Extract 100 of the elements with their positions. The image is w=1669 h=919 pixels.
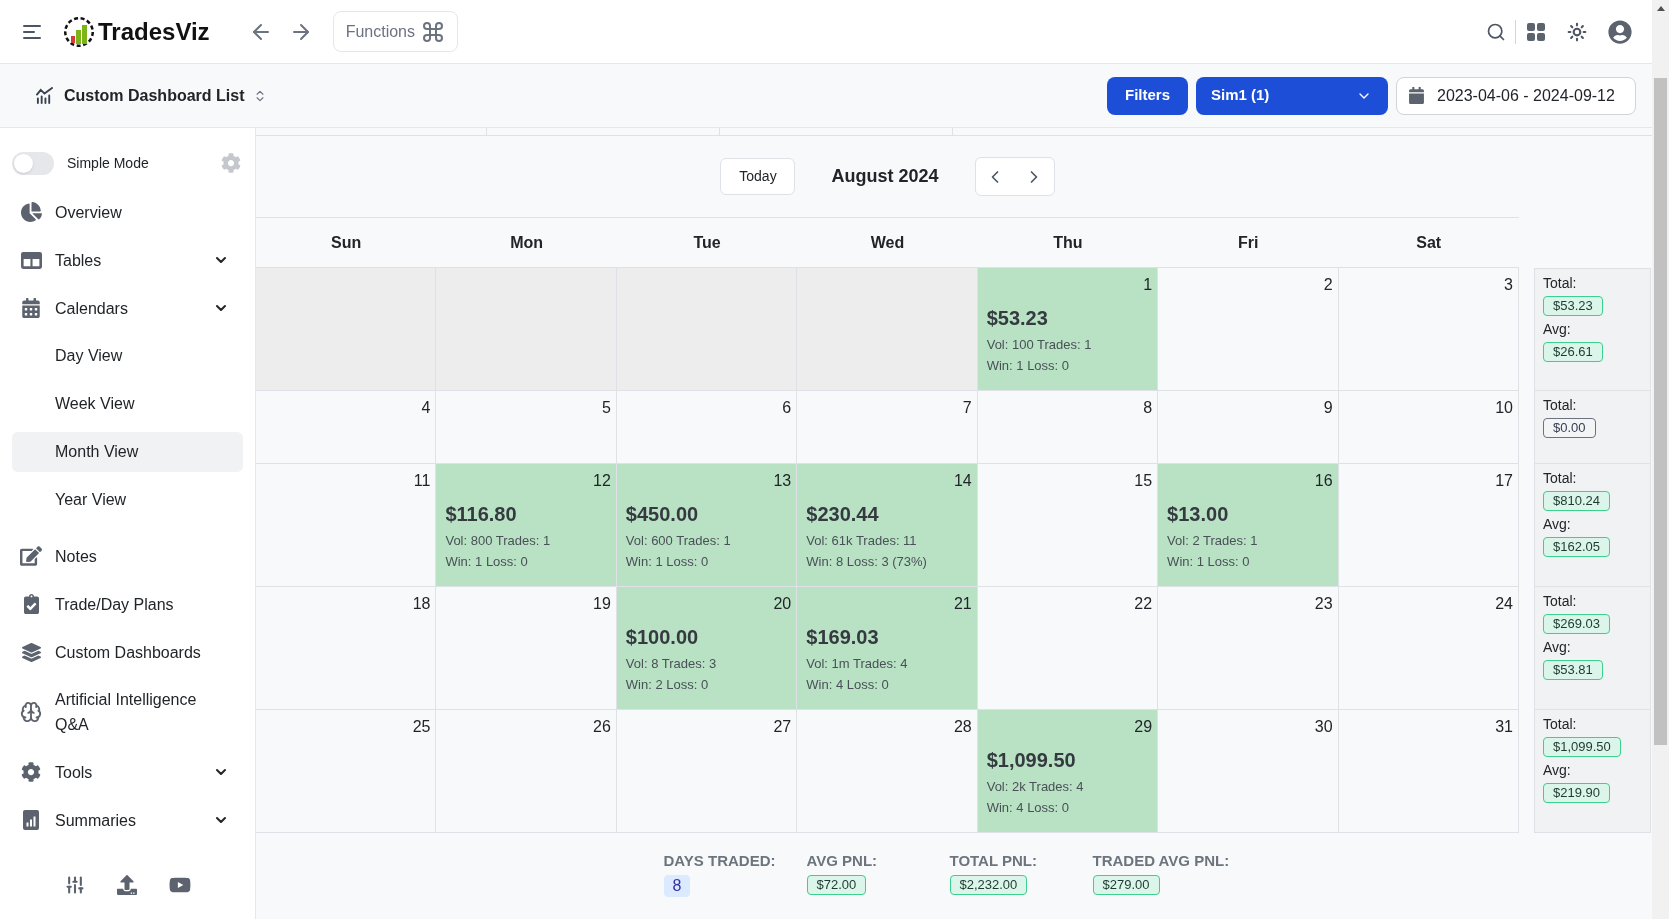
sidebar-subitem[interactable]: Month View (12, 432, 243, 472)
day-number: 14 (953, 471, 973, 491)
dashboard-list-title[interactable]: Custom Dashboard List (64, 83, 245, 108)
sidebar-item[interactable]: Artificial Intelligence Q&A (12, 680, 243, 744)
pnl-amount: $1,099.50 (986, 748, 1076, 773)
day-number: 5 (601, 398, 612, 418)
summary-label: Total: (1543, 715, 1577, 734)
sidebar-subitem[interactable]: Year View (12, 480, 243, 520)
functions-button[interactable]: Functions (332, 11, 458, 52)
summary-label: Total: (1543, 274, 1577, 293)
calendar-icon (22, 298, 40, 318)
scroll-up-arrow-icon[interactable] (1656, 6, 1665, 11)
day-number: 6 (782, 398, 793, 418)
summary-label: Avg: (1543, 320, 1571, 339)
date-range-field[interactable]: 2023-04-06 - 2024-09-12 (1396, 76, 1636, 115)
trade-stats: Vol: 100 Trades: 1 (986, 336, 1092, 354)
scrollbar-track[interactable] (1652, 0, 1669, 919)
today-button[interactable]: Today (720, 158, 796, 195)
stat-badge: $2,232.00 (949, 875, 1028, 895)
gear-icon (21, 762, 41, 782)
trade-stats: Vol: 61k Trades: 11 (806, 532, 917, 550)
win-loss-stats: Win: 4 Loss: 0 (806, 676, 889, 694)
weekday-header: Sat (1416, 232, 1442, 253)
weekday-header: Fri (1238, 232, 1259, 253)
sidebar-subitem[interactable]: Day View (12, 336, 243, 376)
day-number: 21 (953, 594, 973, 614)
summary-label: Total: (1543, 469, 1577, 488)
layers-icon (21, 642, 41, 662)
day-number: 26 (593, 717, 612, 737)
day-number: 25 (412, 717, 432, 737)
pnl-badge: $53.81 (1543, 660, 1603, 680)
stat-badge: $279.00 (1092, 875, 1160, 895)
day-number: 1 (1143, 275, 1154, 295)
sliders-icon[interactable] (64, 875, 85, 895)
day-number: 9 (1323, 398, 1334, 418)
month-title: August 2024 (831, 165, 939, 188)
upload-icon[interactable] (116, 875, 137, 895)
account-select[interactable]: Sim1 (1) (1196, 76, 1388, 115)
table-icon (20, 251, 42, 269)
win-loss-stats: Win: 2 Loss: 0 (625, 676, 709, 694)
pnl-amount: $169.03 (806, 625, 879, 650)
day-number: 18 (412, 594, 432, 614)
pie-chart-icon (20, 202, 42, 222)
day-number: 27 (773, 717, 793, 737)
win-loss-stats: Win: 1 Loss: 0 (1167, 553, 1250, 571)
day-number: 30 (1314, 717, 1334, 737)
sidebar-item[interactable]: Calendars (12, 288, 243, 328)
weekday-header: Wed (870, 232, 905, 253)
menu-icon[interactable] (23, 24, 41, 39)
day-number: 17 (1495, 471, 1514, 491)
scrollbar-thumb[interactable] (1654, 78, 1667, 745)
stat-label: AVG PNL: (806, 851, 878, 871)
day-number: 8 (1143, 398, 1154, 418)
summary-label: Avg: (1543, 515, 1571, 534)
day-number: 23 (1314, 594, 1334, 614)
win-loss-stats: Win: 1 Loss: 0 (445, 553, 528, 571)
sidebar-item[interactable]: Tables (12, 240, 243, 280)
summary-label: Avg: (1543, 638, 1571, 657)
filters-button[interactable]: Filters (1107, 76, 1188, 115)
avatar-icon[interactable] (1608, 19, 1632, 44)
day-number: 19 (593, 594, 612, 614)
sun-icon[interactable] (1567, 21, 1587, 42)
stat-badge: $72.00 (806, 875, 867, 895)
pnl-badge: $162.05 (1543, 537, 1610, 557)
sidebar-item[interactable]: Tools (12, 752, 243, 792)
stat-label: TOTAL PNL: (949, 851, 1037, 871)
pnl-amount: $450.00 (625, 502, 699, 527)
pnl-badge: $219.90 (1543, 783, 1610, 803)
brand-name[interactable]: TradesViz (98, 16, 210, 47)
day-number: 31 (1495, 717, 1514, 737)
video-play-icon[interactable] (168, 875, 191, 895)
sidebar-item[interactable]: Notes (12, 536, 243, 576)
sidebar-item[interactable]: Trade/Day Plans (12, 584, 243, 624)
toggle-label: Simple Mode (67, 153, 149, 173)
day-number: 3 (1504, 275, 1514, 295)
win-loss-stats: Win: 1 Loss: 0 (625, 553, 709, 571)
win-loss-stats: Win: 8 Loss: 3 (73%) (806, 553, 927, 571)
search-icon[interactable] (1486, 21, 1506, 42)
sidebar-item[interactable]: Overview (12, 192, 243, 232)
win-loss-stats: Win: 4 Loss: 0 (986, 799, 1070, 817)
pnl-badge: $1,099.50 (1543, 737, 1621, 757)
trade-stats: Vol: 8 Trades: 3 (625, 655, 717, 673)
weekday-header: Sun (331, 232, 362, 253)
simple-mode-toggle[interactable] (12, 151, 54, 175)
pnl-badge: $53.23 (1543, 296, 1603, 316)
command-icon (420, 19, 445, 44)
stat-label: DAYS TRADED: (663, 851, 776, 871)
sidebar-item[interactable]: Summaries (12, 800, 243, 840)
summary-label: Total: (1543, 592, 1577, 611)
day-number: 16 (1314, 471, 1334, 491)
grid-icon[interactable] (1527, 22, 1545, 41)
trade-stats: Vol: 2 Trades: 1 (1167, 532, 1258, 550)
day-number: 13 (773, 471, 793, 491)
weekday-header: Tue (693, 232, 721, 253)
sidebar-subitem[interactable]: Week View (12, 384, 243, 424)
day-number: 20 (773, 594, 793, 614)
win-loss-stats: Win: 1 Loss: 0 (986, 357, 1070, 375)
sidebar-item[interactable]: Custom Dashboards (12, 632, 243, 672)
trade-stats: Vol: 800 Trades: 1 (445, 532, 551, 550)
logo-icon[interactable] (64, 16, 94, 47)
